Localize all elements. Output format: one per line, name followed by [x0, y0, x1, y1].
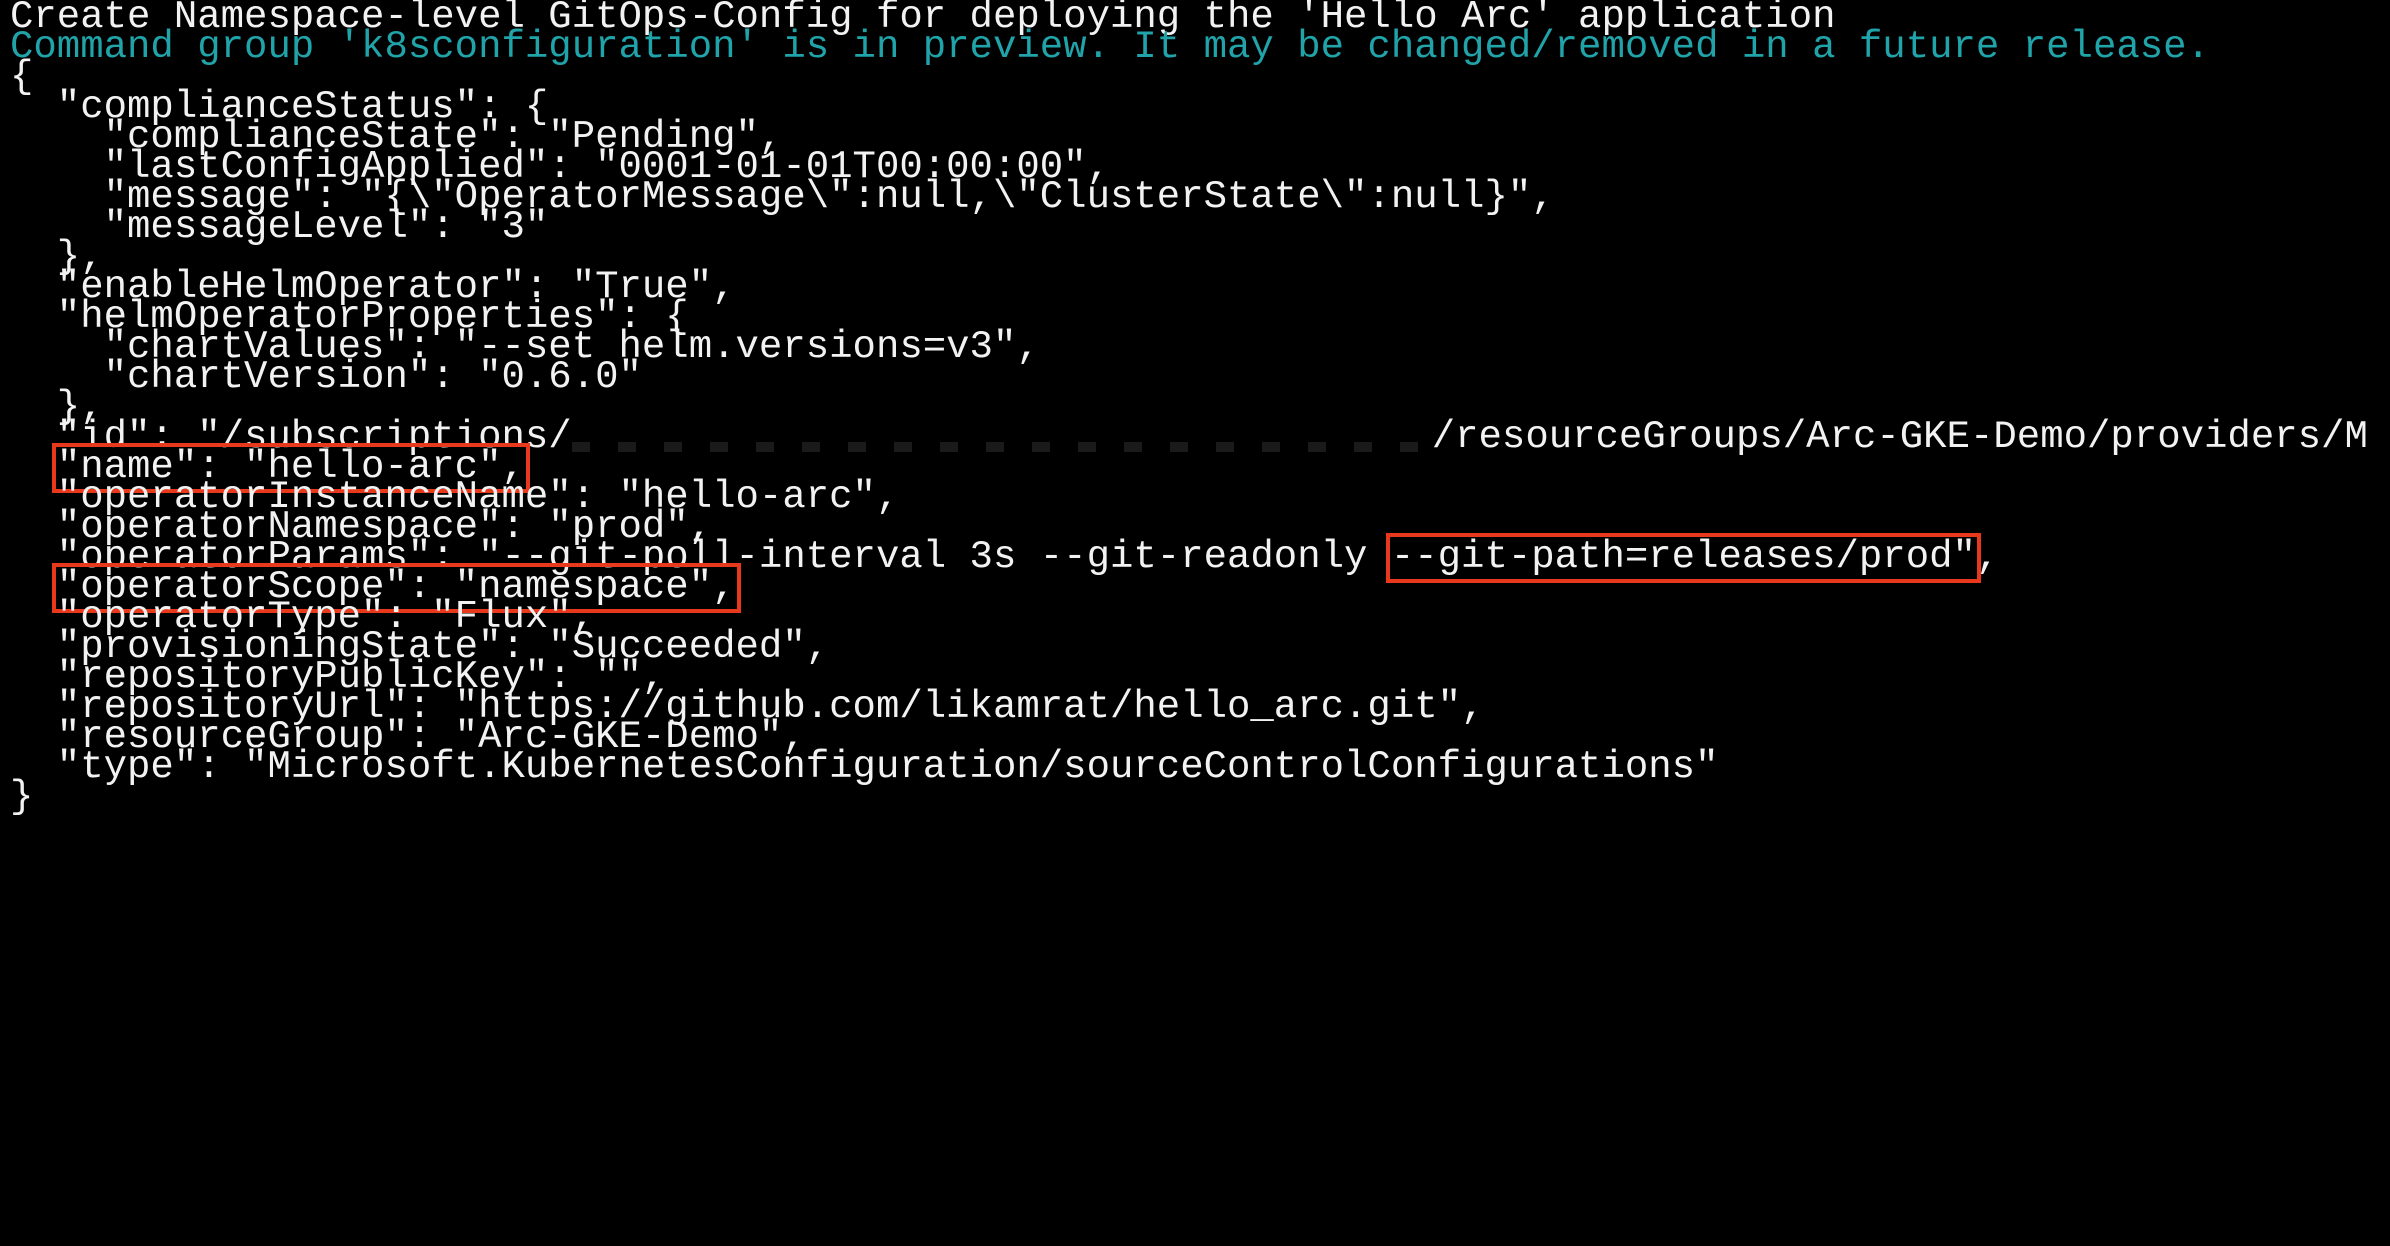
terminal-window: Create Namespace-level GitOps-Config for… [0, 0, 2390, 1246]
preview-warning: Command group 'k8sconfiguration' is in p… [10, 25, 2210, 69]
highlight-git-path: --git-path=releases/prod" [1390, 535, 1976, 579]
json-close-brace: } [10, 775, 34, 819]
json-type: "type": "Microsoft.KubernetesConfigurati… [10, 745, 1719, 789]
json-chart-version: "chartVersion": "0.6.0" [10, 355, 642, 399]
redacted-subscription-id [571, 441, 1432, 452]
json-id-suffix: /resourceGroups/Arc-GKE-Demo/providers/M [1431, 415, 2368, 459]
json-operator-params-suffix: , [1975, 535, 2000, 579]
